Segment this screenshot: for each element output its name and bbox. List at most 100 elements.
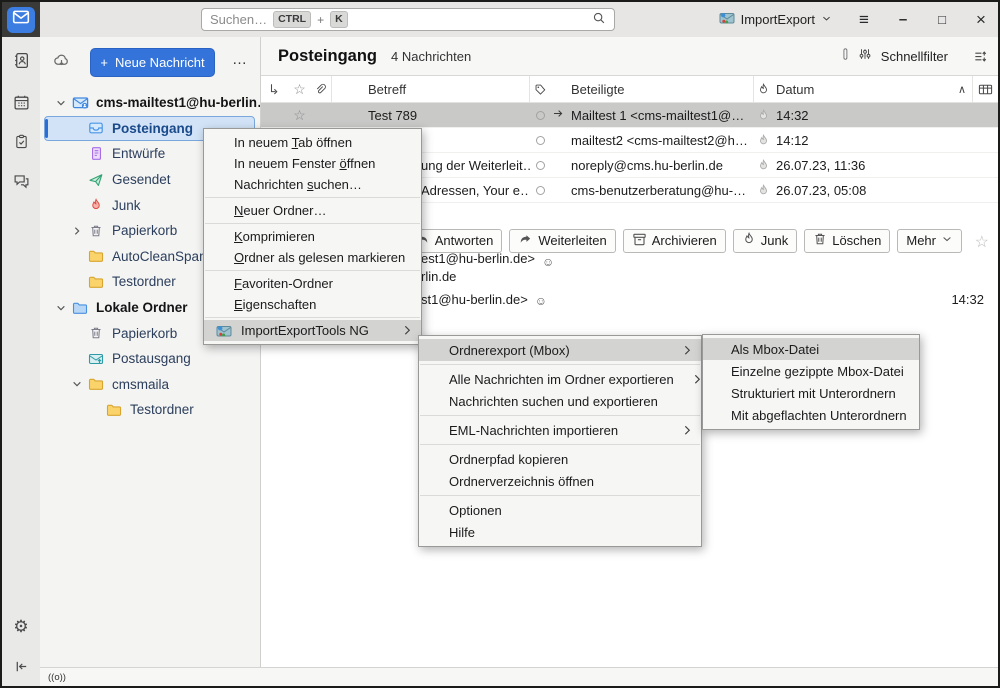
close-button[interactable]: × [974,10,988,30]
inbox-icon [86,120,106,136]
collapse-spine-icon[interactable] [2,659,40,674]
thread-column-icon[interactable] [261,76,289,102]
chevron-down-icon[interactable] [52,98,70,108]
tasks-icon[interactable] [2,134,40,149]
chevron-down-icon [821,12,832,27]
star-icon[interactable]: ☆ [289,107,310,124]
read-status-dot[interactable] [536,111,545,120]
global-search-input[interactable]: Suchen… CTRL + K [201,8,615,31]
folder-pane-options-button[interactable]: … [232,51,248,68]
menu-item[interactable]: In neuem Fenster öffnen [204,153,421,174]
app-menu-button[interactable]: ≡ [857,10,871,30]
message-date: 26.07.23, 11:36 [773,158,972,173]
foldery-icon [104,402,124,418]
menu-item[interactable]: Ordnerverzeichnis öffnen [419,470,701,492]
menu-item[interactable]: Ordnerpfad kopieren [419,448,701,470]
settings-gear-icon[interactable]: ⚙ [2,617,40,637]
quickfilter-label[interactable]: Schnellfilter [881,49,948,64]
menu-item[interactable]: Mit abgeflachten Unterordnern [703,404,919,426]
menu-item[interactable]: ImportExportTools NG [204,320,421,341]
forward-icon [518,232,533,250]
menu-item[interactable]: In neuem Tab öffnen [204,132,421,153]
importexport-addon-button[interactable]: ImportExport [719,10,832,29]
sort-ascending-icon: ∧ [958,83,966,96]
menu-item[interactable]: Einzelne gezippte Mbox-Datei [703,360,919,382]
read-status-dot[interactable] [536,136,545,145]
drafts-icon [86,146,106,161]
menu-item[interactable]: Nachrichten suchen… [204,174,421,195]
foldery-icon [86,248,106,264]
menu-item[interactable]: Favoriten-Ordner [204,273,421,294]
calendar-icon[interactable] [2,94,40,111]
minimize-button[interactable]: – [896,11,910,28]
correspondents-column-header[interactable]: Beteiligte [567,76,753,102]
read-status-dot[interactable] [536,161,545,170]
folder-item[interactable]: Testordner [40,397,260,423]
kbd-k: K [330,11,348,28]
menu-separator [205,270,420,271]
junk-column-icon[interactable] [753,76,773,102]
cloud-icon[interactable] [53,52,70,74]
menu-separator [205,197,420,198]
menu-item[interactable]: EML-Nachrichten importieren [419,419,701,441]
tag-column-icon[interactable] [530,76,550,102]
menu-item[interactable]: Eigenschaften [204,294,421,315]
weiterleiten-button[interactable]: Weiterleiten [509,229,615,253]
menu-item[interactable]: Hilfe [419,521,701,543]
junk-toggle-icon[interactable] [753,184,773,197]
message-to-line: rlin.de [421,269,456,284]
junk-toggle-icon[interactable] [753,109,773,122]
menu-item[interactable]: Als Mbox-Datei [703,338,919,360]
star-column-icon[interactable]: ☆ [289,76,310,102]
subject-column-header[interactable]: Betreff [332,76,530,102]
folder-item[interactable]: cms-mailtest1@hu-berlin… [40,90,260,116]
message-correspondent: cms-benutzerberatung@hu-… [567,183,753,198]
menu-item[interactable]: Strukturiert mit Unterordnern [703,382,919,404]
archivieren-button[interactable]: Archivieren [623,229,726,253]
date-column-header[interactable]: Datum∧ [773,76,972,102]
chevron-right-icon[interactable] [68,226,86,236]
menu-item[interactable]: Neuer Ordner… [204,200,421,221]
menu-item[interactable]: Optionen [419,499,701,521]
menu-item[interactable]: Nachrichten suchen und exportieren [419,390,701,412]
quickfilter-sliders-icon[interactable] [858,47,872,66]
menu-item[interactable]: Alle Nachrichten im Ordner exportieren [419,368,701,390]
attachment-column-icon[interactable] [310,76,332,102]
address-book-icon[interactable] [2,52,40,69]
read-status-dot[interactable] [536,186,545,195]
mehr-button[interactable]: Mehr [897,229,962,253]
maximize-button[interactable]: □ [935,12,949,27]
message-subject: Test 789 [332,108,530,123]
message-date: 14:12 [773,133,972,148]
folder-export-submenu: Als Mbox-DateiEinzelne gezippte Mbox-Dat… [702,334,920,430]
folder-item[interactable]: Postausgang [40,346,260,372]
search-placeholder: Suchen… [210,12,267,27]
list-header: Posteingang 4 Nachrichten Schnellfilter [261,37,998,76]
menu-item[interactable]: Ordner als gelesen markieren [204,247,421,268]
new-message-button[interactable]: + Neue Nachricht [90,48,215,77]
message-date: 14:32 [773,108,972,123]
folder-item[interactable]: cmsmaila [40,372,260,398]
column-picker-icon[interactable] [972,76,998,102]
foldery-icon [86,376,106,392]
message-star-icon[interactable]: ☆ [975,232,989,252]
message-row[interactable]: ☆Test 789Mailtest 1 <cms-mailtest1@…14:3… [261,103,998,128]
chevron-down-icon[interactable] [52,303,70,313]
chevron-down-icon[interactable] [68,379,86,389]
menu-item[interactable]: Komprimieren [204,226,421,247]
importexport-icon [216,323,232,339]
junk-button[interactable]: Junk [733,229,797,253]
importexporttools-submenu: Ordnerexport (Mbox) Alle Nachrichten im O… [418,335,702,547]
display-options-icon[interactable] [973,49,988,64]
folder-label: Testordner [130,402,194,417]
menu-item[interactable]: Ordnerexport (Mbox) [419,339,701,361]
sender-avatar-icon: ☺ [535,294,547,308]
junk-toggle-icon[interactable] [753,159,773,172]
chat-icon[interactable] [2,173,40,190]
folder-label: cmsmaila [112,377,169,392]
flamered-icon [86,198,106,212]
lschen-button[interactable]: Löschen [804,229,890,253]
mail-tab-button[interactable] [7,7,35,33]
junk-toggle-icon[interactable] [753,134,773,147]
spine-mail-corner [2,2,40,37]
